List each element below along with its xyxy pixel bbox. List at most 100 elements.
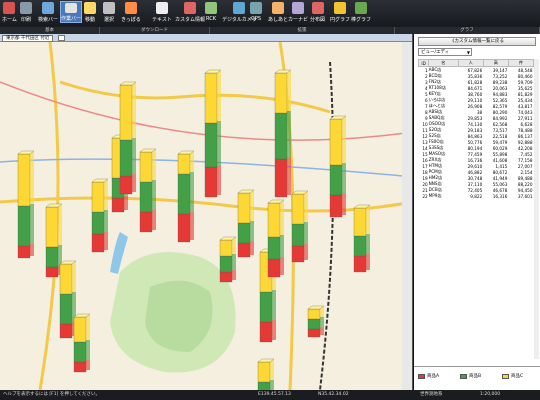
ribbon-button-0[interactable]: ホーム bbox=[2, 1, 17, 23]
ribbon-button-3[interactable]: 作業バー bbox=[60, 1, 83, 23]
bar-segment bbox=[59, 293, 73, 325]
bar-side bbox=[366, 254, 370, 270]
ribbon-button-16[interactable]: 棒グラフ bbox=[351, 1, 371, 23]
table-cell: 22 bbox=[422, 193, 428, 199]
ribbon-button-label: きっぽる bbox=[121, 17, 141, 23]
ribbon-button-label: カスタム情報 bbox=[175, 17, 206, 23]
legend-item: 商品B bbox=[460, 373, 481, 379]
bar-side bbox=[30, 244, 34, 256]
column-header[interactable]: 高 bbox=[482, 59, 509, 67]
bar-segment bbox=[267, 236, 281, 260]
bar-segment bbox=[329, 118, 343, 166]
map-vertical-scrollbar[interactable] bbox=[402, 42, 412, 390]
bar-segment bbox=[257, 361, 271, 383]
bar-segment bbox=[259, 321, 273, 343]
view-dropdown[interactable]: ビュー/エディ ▼ bbox=[418, 48, 472, 56]
bar-side bbox=[30, 152, 34, 204]
table-cell: 16,316 bbox=[492, 193, 508, 199]
ribbon-button-15[interactable]: 円グラフ bbox=[330, 1, 350, 23]
toolbar-icon bbox=[292, 2, 304, 14]
bar-segment bbox=[73, 361, 87, 373]
ribbon-button-2[interactable]: 検索バー bbox=[38, 1, 58, 23]
bar-segment bbox=[45, 206, 59, 248]
ribbon-button-13[interactable]: カーナビ bbox=[288, 1, 308, 23]
bar-side bbox=[280, 257, 284, 275]
bar-segment bbox=[45, 246, 59, 268]
column-header[interactable]: 人 bbox=[457, 59, 484, 67]
map-view[interactable]: 東京都 千代田区 付近 bbox=[0, 34, 413, 390]
panel-scrollbar[interactable] bbox=[534, 59, 539, 359]
bar-side bbox=[366, 234, 370, 254]
bar-side bbox=[190, 172, 194, 212]
bar-segment bbox=[45, 266, 59, 278]
bar-segment bbox=[274, 72, 288, 114]
bar-side bbox=[272, 320, 276, 340]
bar-side bbox=[217, 121, 221, 165]
bar-segment bbox=[329, 164, 343, 196]
ribbon-button-4[interactable]: 移動 bbox=[84, 1, 96, 23]
ribbon-button-label: 棒グラフ bbox=[351, 17, 372, 23]
table-cell: 9,822 bbox=[470, 193, 483, 199]
ribbon-button-12[interactable]: あしあと bbox=[268, 1, 288, 23]
bar-segment bbox=[91, 211, 105, 235]
table-row[interactable]: 22 MP9店 9,822 16,316 37,601 bbox=[419, 193, 534, 199]
ribbon-groups: 基本 ダウンロード 拡張 グラフ bbox=[0, 27, 540, 34]
ribbon-button-8[interactable]: カスタム情報 bbox=[175, 1, 205, 23]
toolbar-icon bbox=[103, 2, 115, 14]
data-panel: 《カスタム情報一覧に戻る ビュー/エディ ▼ ID 名人高件 1 ABC店 67,826… bbox=[414, 34, 540, 390]
map-tab[interactable]: 東京都 千代田区 付近 bbox=[2, 35, 54, 42]
bar-segment bbox=[307, 328, 321, 338]
ribbon-button-label: カーナビ bbox=[288, 17, 309, 23]
ribbon-button-6[interactable]: きっぽる bbox=[121, 1, 141, 23]
bar-side bbox=[320, 327, 324, 335]
toolbar-icon bbox=[311, 2, 324, 14]
legend-label: 商品B bbox=[469, 374, 482, 379]
status-latitude: N35.42.34.02 bbox=[318, 392, 349, 397]
bar-side bbox=[232, 238, 236, 254]
ribbon-button-5[interactable]: 選択 bbox=[103, 1, 115, 23]
toolbar-icon bbox=[84, 2, 96, 14]
bar-segment bbox=[59, 263, 73, 295]
bar-side bbox=[152, 210, 156, 230]
toolbar-icon bbox=[155, 2, 168, 14]
ribbon-button-9[interactable]: RCK bbox=[205, 1, 217, 23]
bar-side bbox=[272, 290, 276, 320]
bar-segment bbox=[353, 255, 367, 273]
data-table: ID 名人高件 1 ABC店 67,826 39,147 48,548 2 BCD店 35,83… bbox=[417, 59, 535, 199]
status-scale: 1:20,000 bbox=[480, 392, 501, 397]
bar-segment bbox=[219, 239, 233, 257]
ribbon-button-11[interactable]: GPS bbox=[250, 1, 262, 23]
ribbon-button-label: ホーム bbox=[2, 17, 17, 23]
ribbon-button-14[interactable]: 分布図 bbox=[310, 1, 325, 23]
bar-segment bbox=[17, 205, 31, 247]
bar-segment bbox=[204, 122, 218, 168]
column-header[interactable]: 件 bbox=[507, 59, 535, 67]
new-tab-button[interactable] bbox=[58, 35, 65, 41]
map-canvas[interactable] bbox=[0, 42, 413, 390]
toolbar-icon bbox=[184, 2, 196, 14]
bar-side bbox=[250, 241, 254, 255]
ribbon-button-7[interactable]: テキスト bbox=[152, 1, 172, 23]
bar-segment bbox=[119, 84, 133, 141]
bar-segment bbox=[267, 202, 281, 238]
bar-segment bbox=[237, 222, 251, 244]
back-to-list-button[interactable]: 《カスタム情報一覧に戻る bbox=[418, 37, 536, 46]
bar-side bbox=[190, 152, 194, 172]
column-header[interactable]: ID bbox=[417, 59, 430, 67]
status-hint: ヘルプを表示するには [F1] を押してください。 bbox=[3, 392, 101, 397]
bar-segment bbox=[291, 223, 305, 247]
ribbon-button-label: 作業バー bbox=[61, 16, 82, 22]
ribbon-button-label: 移動 bbox=[84, 17, 95, 23]
bar-segment bbox=[307, 318, 321, 330]
bar-segment bbox=[91, 181, 105, 213]
chevron-down-icon: ▼ bbox=[466, 50, 470, 55]
toolbar-icon bbox=[20, 2, 32, 14]
bar-side bbox=[124, 196, 128, 210]
bar-side bbox=[132, 174, 136, 192]
bar-segment bbox=[204, 166, 218, 198]
bar-segment bbox=[259, 291, 273, 323]
bar-segment bbox=[291, 245, 305, 263]
column-header[interactable]: 名 bbox=[428, 59, 459, 67]
bar-side bbox=[104, 210, 108, 232]
ribbon-button-1[interactable]: 印刷 bbox=[20, 1, 32, 23]
